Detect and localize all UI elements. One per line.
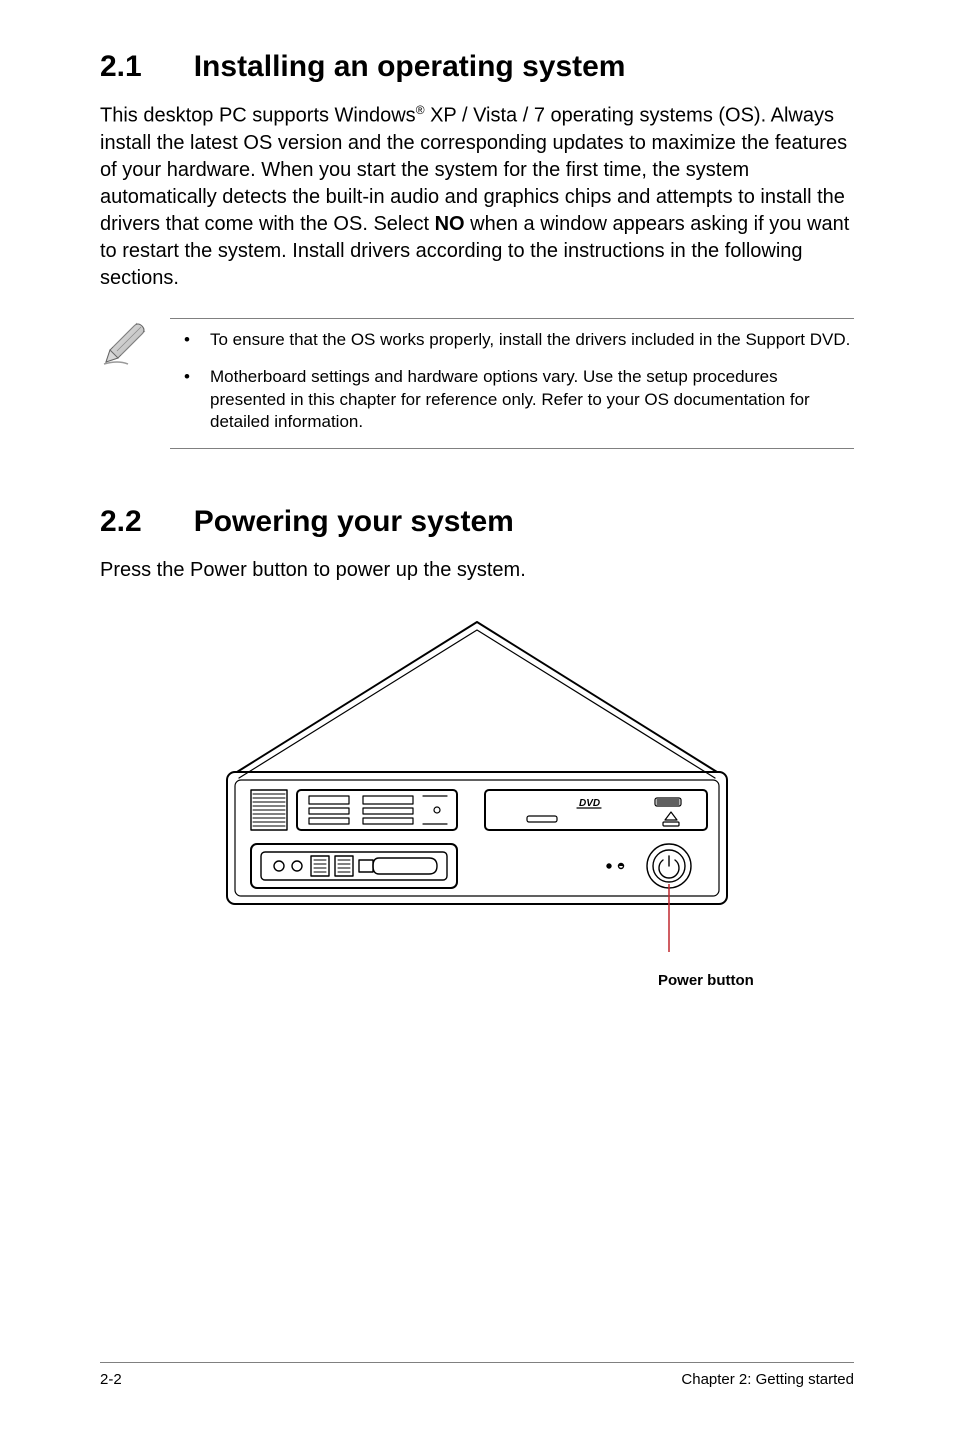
note-item: To ensure that the OS works properly, in… <box>170 329 854 352</box>
section-heading-2-1: 2.1 Installing an operating system <box>100 50 854 84</box>
section-title: Installing an operating system <box>194 50 626 83</box>
section-title: Powering your system <box>194 505 514 538</box>
section-heading-2-2: 2.2 Powering your system <box>100 505 854 539</box>
note-item: Motherboard settings and hardware option… <box>170 366 854 435</box>
svg-text:DVD: DVD <box>579 798 600 809</box>
note-content: To ensure that the OS works properly, in… <box>170 318 854 450</box>
pencil-note-icon <box>100 318 170 375</box>
device-diagram: DVD <box>100 612 854 989</box>
page-footer: 2-2 Chapter 2: Getting started <box>100 1362 854 1388</box>
power-button-label: Power button <box>658 972 854 989</box>
section-number: 2.1 <box>100 50 142 84</box>
section-number: 2.2 <box>100 505 142 539</box>
note-block: To ensure that the OS works properly, in… <box>100 318 854 450</box>
page-number: 2-2 <box>100 1371 122 1388</box>
section-1-body: This desktop PC supports Windows® XP / V… <box>100 102 854 292</box>
chapter-label: Chapter 2: Getting started <box>681 1371 854 1388</box>
section-2-body: Press the Power button to power up the s… <box>100 557 854 584</box>
